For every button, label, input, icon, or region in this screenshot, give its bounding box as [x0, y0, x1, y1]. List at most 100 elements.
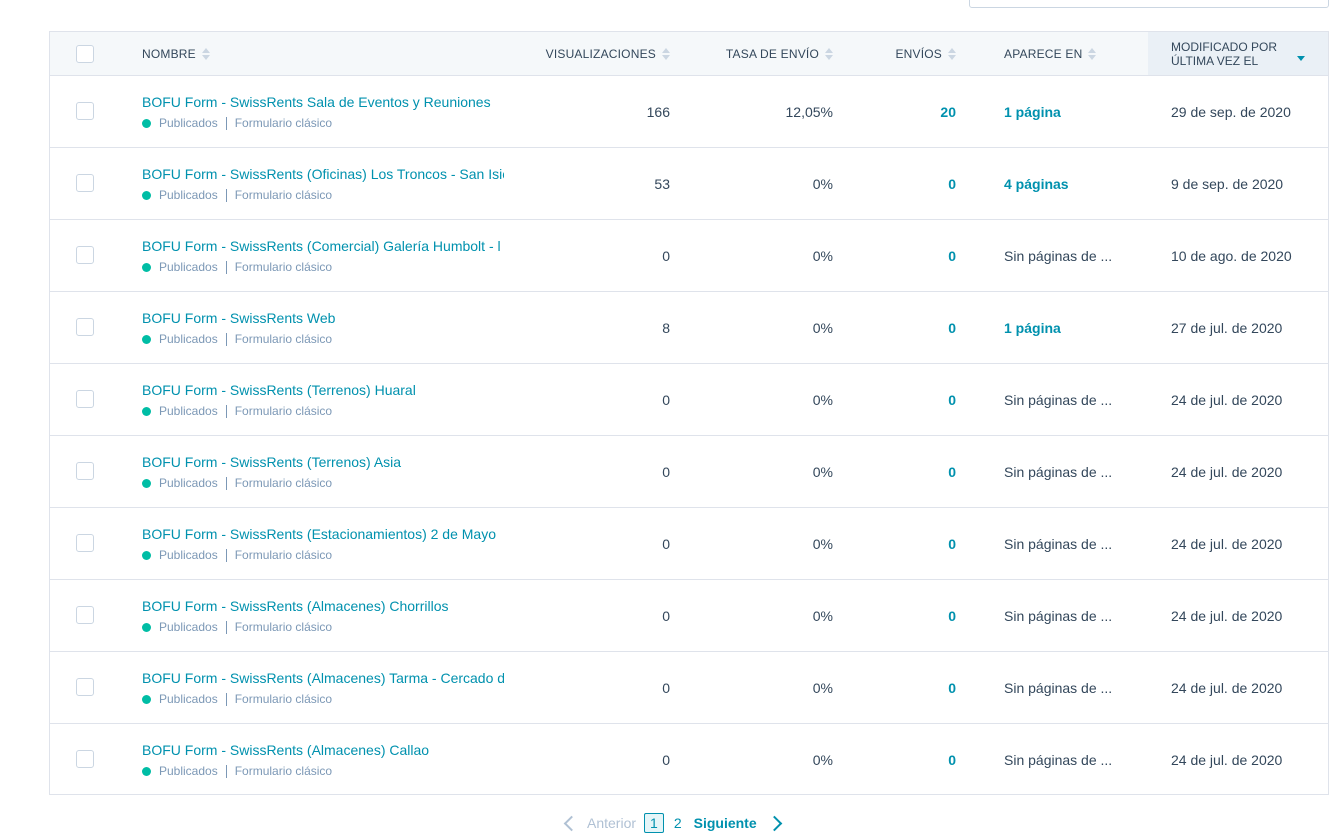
modified-date: 10 de ago. de 2020	[1171, 248, 1292, 264]
divider	[225, 116, 227, 130]
column-header-rate[interactable]: TASA DE ENVÍO	[690, 32, 833, 75]
column-header-appears[interactable]: APARECE EN	[1004, 32, 1097, 75]
appears-on-value: Sin páginas de ...	[1004, 680, 1113, 696]
submission-rate-value: 0%	[812, 248, 833, 264]
select-all-checkbox[interactable]	[76, 45, 94, 63]
form-meta: Publicados Formulario clásico	[142, 116, 332, 130]
submissions-link[interactable]: 0	[870, 680, 956, 696]
form-name-link[interactable]: BOFU Form - SwissRents (Comercial) Galer…	[142, 238, 504, 254]
column-header-submissions[interactable]: ENVÍOS	[850, 32, 956, 75]
status-dot-icon	[142, 622, 151, 632]
row-checkbox[interactable]	[76, 246, 94, 264]
form-type-label: Formulario clásico	[234, 476, 333, 490]
column-header-name[interactable]: NOMBRE	[142, 32, 210, 75]
sort-icon	[825, 47, 833, 61]
status-label: Publicados	[159, 188, 218, 202]
row-checkbox[interactable]	[76, 390, 94, 408]
divider	[225, 332, 227, 346]
table-row: BOFU Form - SwissRents (Oficinas) Los Tr…	[50, 148, 1328, 220]
row-checkbox[interactable]	[76, 318, 94, 336]
form-type-label: Formulario clásico	[234, 116, 333, 130]
form-type-label: Formulario clásico	[234, 764, 333, 778]
page-2-button[interactable]: 2	[674, 815, 682, 831]
status-dot-icon	[142, 694, 151, 704]
form-meta: Publicados Formulario clásico	[142, 764, 332, 778]
form-name-link[interactable]: BOFU Form - SwissRents Sala de Eventos y…	[142, 94, 504, 110]
top-search-input[interactable]	[969, 0, 1329, 8]
chevron-left-icon	[563, 815, 580, 831]
submissions-link[interactable]: 0	[870, 536, 956, 552]
status-label: Publicados	[159, 548, 218, 562]
form-type-label: Formulario clásico	[234, 620, 333, 634]
table-row: BOFU Form - SwissRents (Almacenes) Tarma…	[50, 652, 1328, 724]
submission-rate-value: 12,05%	[785, 104, 833, 120]
status-label: Publicados	[159, 620, 218, 634]
views-value: 0	[662, 752, 670, 768]
submissions-link[interactable]: 0	[870, 464, 956, 480]
modified-date: 24 de jul. de 2020	[1171, 752, 1283, 768]
status-label: Publicados	[159, 476, 218, 490]
row-checkbox[interactable]	[76, 174, 94, 192]
appears-on-value[interactable]: 4 páginas	[1004, 176, 1124, 192]
appears-on-value: Sin páginas de ...	[1004, 248, 1113, 264]
row-checkbox[interactable]	[76, 750, 94, 768]
form-meta: Publicados Formulario clásico	[142, 476, 332, 490]
page-1-button[interactable]: 1	[644, 813, 664, 833]
row-checkbox[interactable]	[76, 102, 94, 120]
submissions-link[interactable]: 20	[870, 104, 956, 120]
submission-rate-value: 0%	[812, 536, 833, 552]
form-name-link[interactable]: BOFU Form - SwissRents (Almacenes) Tarma…	[142, 670, 504, 686]
appears-on-value[interactable]: 1 página	[1004, 320, 1124, 336]
appears-on-value[interactable]: 1 página	[1004, 104, 1124, 120]
submissions-link[interactable]: 0	[870, 608, 956, 624]
appears-on-value: Sin páginas de ...	[1004, 464, 1113, 480]
form-name-link[interactable]: BOFU Form - SwissRents Web	[142, 310, 504, 326]
status-label: Publicados	[159, 404, 218, 418]
row-checkbox[interactable]	[76, 462, 94, 480]
submissions-link[interactable]: 0	[870, 320, 956, 336]
status-label: Publicados	[159, 764, 218, 778]
row-checkbox[interactable]	[76, 606, 94, 624]
divider	[225, 404, 227, 418]
form-name-link[interactable]: BOFU Form - SwissRents (Terrenos) Asia	[142, 454, 504, 470]
form-name-link[interactable]: BOFU Form - SwissRents (Almacenes) Calla…	[142, 742, 504, 758]
submission-rate-value: 0%	[812, 176, 833, 192]
modified-date: 9 de sep. de 2020	[1171, 176, 1284, 192]
status-label: Publicados	[159, 260, 218, 274]
submission-rate-value: 0%	[812, 320, 833, 336]
form-name-link[interactable]: BOFU Form - SwissRents (Terrenos) Huaral	[142, 382, 504, 398]
form-name-link[interactable]: BOFU Form - SwissRents (Oficinas) Los Tr…	[142, 166, 504, 182]
sort-icon	[662, 47, 670, 61]
views-value: 0	[662, 392, 670, 408]
form-meta: Publicados Formulario clásico	[142, 548, 332, 562]
form-type-label: Formulario clásico	[234, 404, 333, 418]
appears-on-value: Sin páginas de ...	[1004, 608, 1113, 624]
views-value: 0	[662, 248, 670, 264]
submissions-link[interactable]: 0	[870, 752, 956, 768]
status-dot-icon	[142, 118, 151, 128]
form-type-label: Formulario clásico	[234, 260, 333, 274]
form-name-link[interactable]: BOFU Form - SwissRents (Estacionamientos…	[142, 526, 504, 542]
submissions-link[interactable]: 0	[870, 392, 956, 408]
submissions-link[interactable]: 0	[870, 248, 956, 264]
next-page-button[interactable]: Siguiente	[694, 815, 790, 831]
modified-date: 24 de jul. de 2020	[1171, 680, 1283, 696]
modified-date: 24 de jul. de 2020	[1171, 464, 1283, 480]
chevron-right-icon	[766, 815, 782, 831]
views-value: 0	[662, 464, 670, 480]
previous-page-button[interactable]: Anterior	[560, 815, 636, 831]
form-name-link[interactable]: BOFU Form - SwissRents (Almacenes) Chorr…	[142, 598, 504, 614]
forms-table: NOMBRE VISUALIZACIONES TASA DE ENVÍO ENV…	[49, 31, 1329, 795]
sort-icon	[1088, 47, 1097, 61]
status-label: Publicados	[159, 332, 218, 346]
row-checkbox[interactable]	[76, 678, 94, 696]
table-row: BOFU Form - SwissRents (Estacionamientos…	[50, 508, 1328, 580]
row-checkbox[interactable]	[76, 534, 94, 552]
submission-rate-value: 0%	[812, 392, 833, 408]
column-header-views[interactable]: VISUALIZACIONES	[520, 32, 670, 75]
status-dot-icon	[142, 478, 151, 488]
sort-icon	[201, 47, 210, 61]
submissions-link[interactable]: 0	[870, 176, 956, 192]
status-label: Publicados	[159, 116, 218, 130]
column-header-modified[interactable]: MODIFICADO POR ÚLTIMA VEZ EL	[1148, 32, 1328, 75]
